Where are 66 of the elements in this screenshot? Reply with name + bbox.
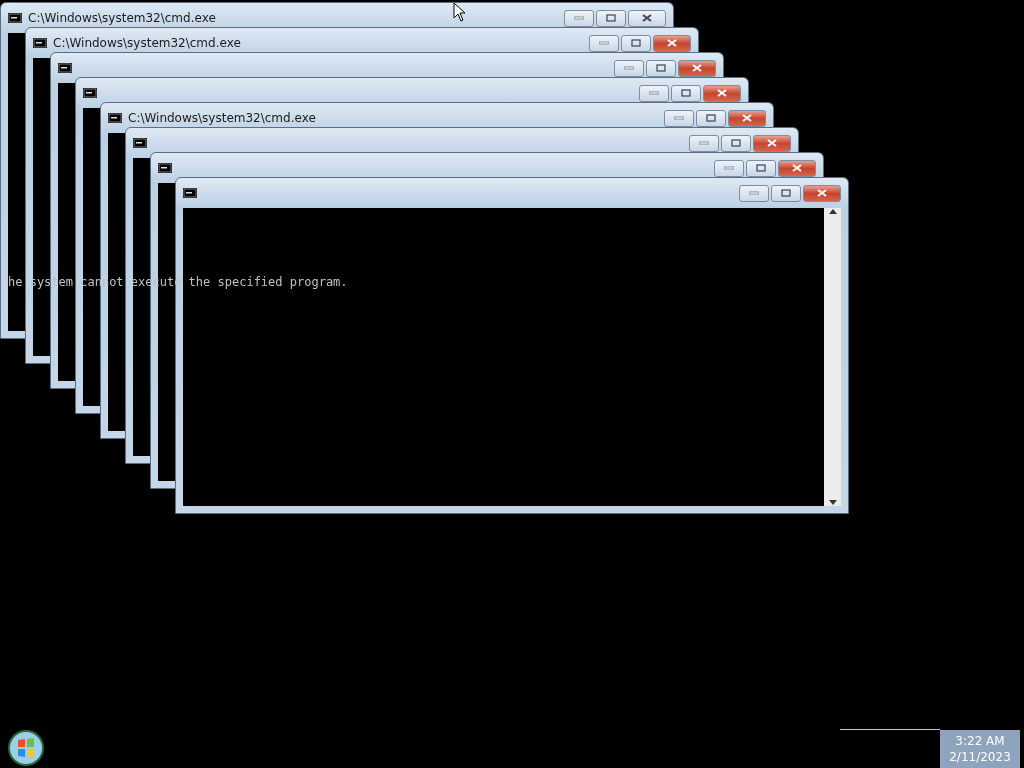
maximize-button[interactable] — [746, 159, 776, 177]
minimize-button[interactable] — [589, 34, 619, 52]
maximize-button[interactable] — [621, 34, 651, 52]
maximize-button[interactable] — [671, 84, 701, 102]
taskbar-clock[interactable]: 3:22 AM 2/11/2023 — [940, 730, 1020, 768]
minimize-icon — [574, 16, 584, 20]
start-icon[interactable] — [6, 728, 46, 768]
close-icon — [817, 189, 827, 197]
minimize-icon — [749, 191, 759, 195]
console-icon — [33, 38, 47, 48]
maximize-icon — [631, 39, 641, 47]
close-icon — [692, 64, 702, 72]
minimize-button[interactable] — [664, 109, 694, 127]
console-icon — [108, 113, 122, 123]
close-button[interactable] — [728, 109, 766, 127]
console-icon — [183, 188, 197, 198]
close-icon — [667, 39, 677, 47]
console-icon — [158, 163, 172, 173]
close-icon — [717, 89, 727, 97]
minimize-icon — [699, 141, 709, 145]
close-button[interactable] — [678, 59, 716, 77]
maximize-icon — [606, 14, 616, 22]
minimize-button[interactable] — [739, 184, 769, 202]
maximize-button[interactable] — [721, 134, 751, 152]
minimize-icon — [599, 41, 609, 45]
scroll-down-icon[interactable] — [828, 500, 837, 506]
window-title: C:\Windows\system32\cmd.exe — [128, 111, 316, 125]
scrollbar[interactable] — [824, 208, 841, 506]
close-button[interactable] — [628, 9, 666, 27]
maximize-icon — [756, 164, 766, 172]
minimize-icon — [724, 166, 734, 170]
console-icon — [133, 138, 147, 148]
console-icon — [58, 63, 72, 73]
close-button[interactable] — [653, 34, 691, 52]
close-button[interactable] — [753, 134, 791, 152]
minimize-icon — [624, 66, 634, 70]
minimize-button[interactable] — [714, 159, 744, 177]
close-button[interactable] — [703, 84, 741, 102]
close-icon — [767, 139, 777, 147]
minimize-icon — [674, 116, 684, 120]
maximize-icon — [681, 89, 691, 97]
maximize-button[interactable] — [696, 109, 726, 127]
maximize-button[interactable] — [646, 59, 676, 77]
clock-date: 2/11/2023 — [949, 750, 1011, 764]
maximize-icon — [656, 64, 666, 72]
console-icon — [83, 88, 97, 98]
window-title: C:\Windows\system32\cmd.exe — [28, 11, 216, 25]
close-button[interactable] — [778, 159, 816, 177]
maximize-button[interactable] — [771, 184, 801, 202]
minimize-button[interactable] — [614, 59, 644, 77]
console-icon — [8, 13, 22, 23]
window-title: C:\Windows\system32\cmd.exe — [53, 36, 241, 50]
close-button[interactable] — [803, 184, 841, 202]
maximize-button[interactable] — [596, 9, 626, 27]
minimize-icon — [649, 91, 659, 95]
close-icon — [792, 164, 802, 172]
maximize-icon — [706, 114, 716, 122]
scroll-up-icon[interactable] — [828, 208, 837, 214]
close-icon — [742, 114, 752, 122]
maximize-icon — [731, 139, 741, 147]
maximize-icon — [781, 189, 791, 197]
close-icon — [642, 14, 652, 22]
clock-time: 3:22 AM — [955, 734, 1005, 748]
minimize-button[interactable] — [564, 9, 594, 27]
minimize-button[interactable] — [689, 134, 719, 152]
minimize-button[interactable] — [639, 84, 669, 102]
